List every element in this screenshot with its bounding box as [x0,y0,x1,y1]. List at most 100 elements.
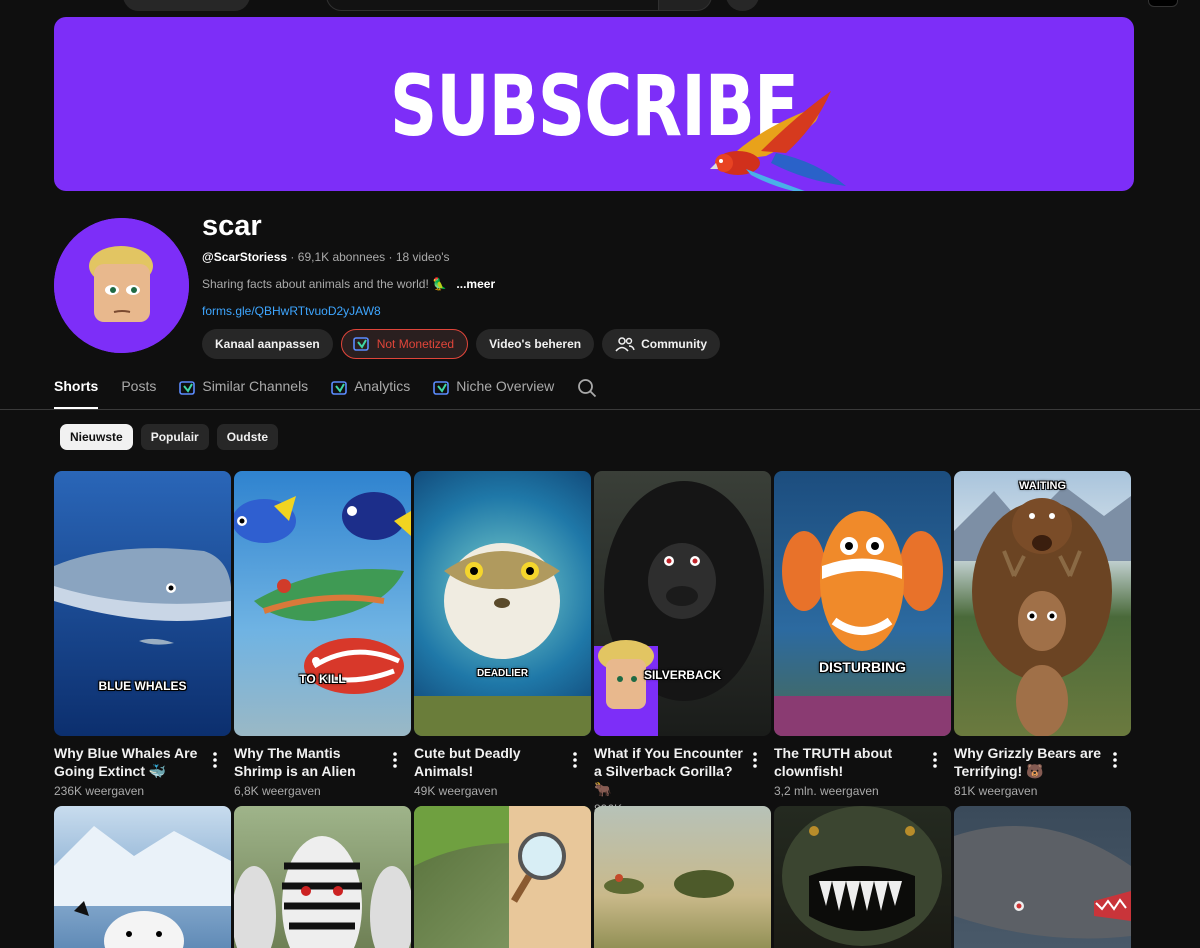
community-button[interactable]: Community [602,329,721,359]
channel-name: scar [202,210,262,242]
thumbnail-label: DEADLIER [476,668,529,679]
tab-niche-overview-label: Niche Overview [456,378,555,394]
thumbnail-label: DISTURBING [818,659,907,675]
short-views: 236K weergaven [54,784,145,798]
tab-niche-overview[interactable]: Niche Overview [433,378,554,409]
short-thumbnail[interactable] [414,806,591,948]
tab-analytics[interactable]: Analytics [331,378,410,409]
mic-button[interactable] [726,0,759,11]
short-thumbnail[interactable] [54,806,231,948]
sort-chips: Nieuwste Populair Oudste [60,424,279,450]
sperm-whale-thumbnail-art [954,826,1131,939]
short-card[interactable] [954,806,1131,948]
account-button[interactable] [1148,0,1178,7]
short-title[interactable]: Why Blue Whales Are Going Extinct 🐳 [54,744,204,780]
avatar-face-icon [54,218,189,353]
vidiq-icon [433,380,451,396]
gorilla-thumbnail-art [594,481,764,736]
whale-thumbnail-art [54,548,231,645]
people-icon [615,336,635,352]
not-monetized-button[interactable]: Not Monetized [340,329,469,359]
short-thumbnail[interactable] [594,806,771,948]
short-card[interactable]: WAITING Why Grizzly Bears are Terrifying… [954,471,1131,798]
short-thumbnail[interactable] [234,806,411,948]
channel-meta: @ScarStoriess · 69,1K abonnees · 18 vide… [202,250,450,264]
channel-tabs: Shorts Posts Similar Channels Analytics … [54,378,620,409]
thumbnail-label: SILVERBACK [643,668,722,682]
top-bar [0,0,1200,12]
short-card[interactable] [594,806,771,948]
zebra-thumbnail-art [234,836,411,948]
short-thumbnail[interactable]: BLUE WHALES [54,471,231,736]
chip-popular[interactable]: Populair [140,424,209,450]
short-thumbnail[interactable] [774,806,951,948]
short-card[interactable] [414,806,591,948]
short-thumbnail[interactable]: TO KILL [234,471,411,736]
chip-newest[interactable]: Nieuwste [60,424,133,450]
short-thumbnail[interactable]: DISTURBING [774,471,951,736]
not-monetized-label: Not Monetized [376,337,455,351]
thumbnail-label: TO KILL [299,672,346,686]
beluga-thumbnail-art [54,826,231,948]
short-title[interactable]: Why The Mantis Shrimp is an Alien [234,744,384,780]
savanna-thumbnail-art [604,870,734,898]
short-card[interactable]: TO KILL Why The Mantis Shrimp is an Alie… [234,471,411,798]
tab-analytics-label: Analytics [354,378,411,394]
mantis-shrimp-thumbnail-art [234,492,411,694]
vidiq-icon [352,335,371,353]
channel-link[interactable]: forms.gle/QBHwRTtvuoD2yJAW8 [202,304,381,318]
top-pill-button[interactable] [123,0,250,11]
community-label: Community [641,337,708,351]
clownfish-thumbnail-art [774,511,951,736]
short-title[interactable]: The TRUTH about clownfish! [774,744,924,780]
short-thumbnail[interactable]: DEADLIER [414,471,591,736]
short-views: 3,2 mln. weergaven [774,784,879,798]
banner-text: SUBSCRIBE [389,57,799,155]
tab-shorts[interactable]: Shorts [54,378,99,409]
search-button[interactable] [658,0,712,11]
short-card[interactable] [54,806,231,948]
vidiq-icon [331,380,349,396]
more-options-icon[interactable] [205,750,225,770]
more-options-icon[interactable] [385,750,405,770]
more-options-icon[interactable] [1105,750,1125,770]
short-card[interactable] [774,806,951,948]
channel-avatar[interactable] [54,218,189,353]
short-views: 81K weergaven [954,784,1038,798]
more-options-icon[interactable] [565,750,585,770]
short-thumbnail[interactable] [954,806,1131,948]
short-card[interactable]: BLUE WHALES Why Blue Whales Are Going Ex… [54,471,231,798]
short-thumbnail[interactable]: WAITING [954,471,1131,736]
video-count: 18 video's [395,250,450,264]
short-views: 6,8K weergaven [234,784,321,798]
channel-handle: @ScarStoriess [202,250,288,264]
short-title[interactable]: Why Grizzly Bears are Terrifying! 🐻 [954,744,1104,780]
customize-channel-button[interactable]: Kanaal aanpassen [202,329,333,359]
short-card[interactable] [234,806,411,948]
search-tab[interactable] [577,378,597,409]
trex-thumbnail-art [782,806,942,946]
search-input[interactable] [326,0,660,11]
short-title[interactable]: What if You Encounter a Silverback Goril… [594,744,744,798]
more-link[interactable]: ...meer [456,277,495,291]
more-options-icon[interactable] [745,750,765,770]
magnifier-thumbnail-art [414,806,591,948]
channel-description[interactable]: Sharing facts about animals and the worl… [202,277,495,291]
tab-posts[interactable]: Posts [121,378,156,409]
short-title[interactable]: Cute but Deadly Animals! [414,744,564,780]
short-card[interactable]: DISTURBING The TRUTH about clownfish! 3,… [774,471,951,798]
more-options-icon[interactable] [925,750,945,770]
grizzly-thumbnail-art [954,486,1131,736]
short-card[interactable]: DEADLIER Cute but Deadly Animals! 49K we… [414,471,591,798]
vidiq-icon [179,380,197,396]
manage-videos-button[interactable]: Video's beheren [476,329,595,359]
channel-banner: SUBSCRIBE [54,17,1134,191]
tab-similar-channels[interactable]: Similar Channels [179,378,308,409]
tab-similar-channels-label: Similar Channels [202,378,309,394]
parrot-icon [710,91,846,191]
short-card[interactable]: SILVERBACK What if You Encounter a Silve… [594,471,771,816]
short-thumbnail[interactable]: SILVERBACK [594,471,771,736]
subscriber-count: 69,1K abonnees [297,250,386,264]
channel-actions: Kanaal aanpassen Not Monetized Video's b… [202,329,721,359]
chip-oldest[interactable]: Oudste [216,424,279,450]
